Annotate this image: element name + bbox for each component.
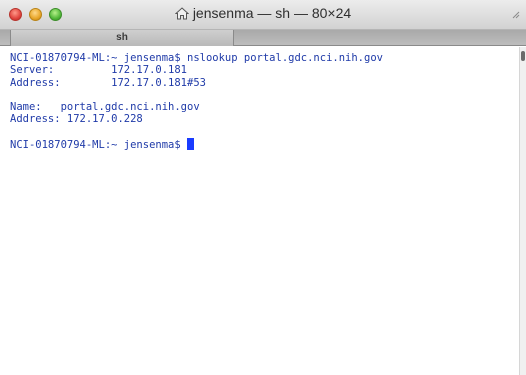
tab-bar: sh [0, 30, 526, 46]
terminal-window: jensenma — sh — 80×24 sh NCI-01870794-ML… [0, 0, 526, 375]
terminal-output[interactable]: NCI-01870794-ML:~ jensenma$ nslookup por… [0, 47, 519, 375]
terminal-line: Address: 172.17.0.228 [10, 113, 143, 126]
terminal-line: Address: 172.17.0.181#53 [10, 76, 206, 89]
text-cursor [187, 138, 195, 151]
title-bar[interactable]: jensenma — sh — 80×24 [0, 0, 526, 30]
prompt-text: NCI-01870794-ML:~ jensenma$ [10, 139, 188, 152]
resize-icon[interactable] [510, 9, 522, 21]
terminal-line: NCI-01870794-ML:~ jensenma$ nslookup por… [10, 52, 383, 64]
window-title-container: jensenma — sh — 80×24 [0, 5, 526, 23]
prompt-line[interactable]: NCI-01870794-ML:~ jensenma$ [10, 138, 509, 152]
vertical-scrollbar[interactable] [519, 47, 526, 375]
terminal-line: Name: portal.gdc.nci.nih.gov [10, 101, 200, 114]
window-title: jensenma — sh — 80×24 [192, 5, 352, 21]
tab-sh[interactable]: sh [10, 30, 234, 46]
home-icon [174, 7, 190, 23]
terminal-line: Server: 172.17.0.181 [10, 64, 188, 77]
scrollbar-thumb[interactable] [521, 51, 525, 61]
